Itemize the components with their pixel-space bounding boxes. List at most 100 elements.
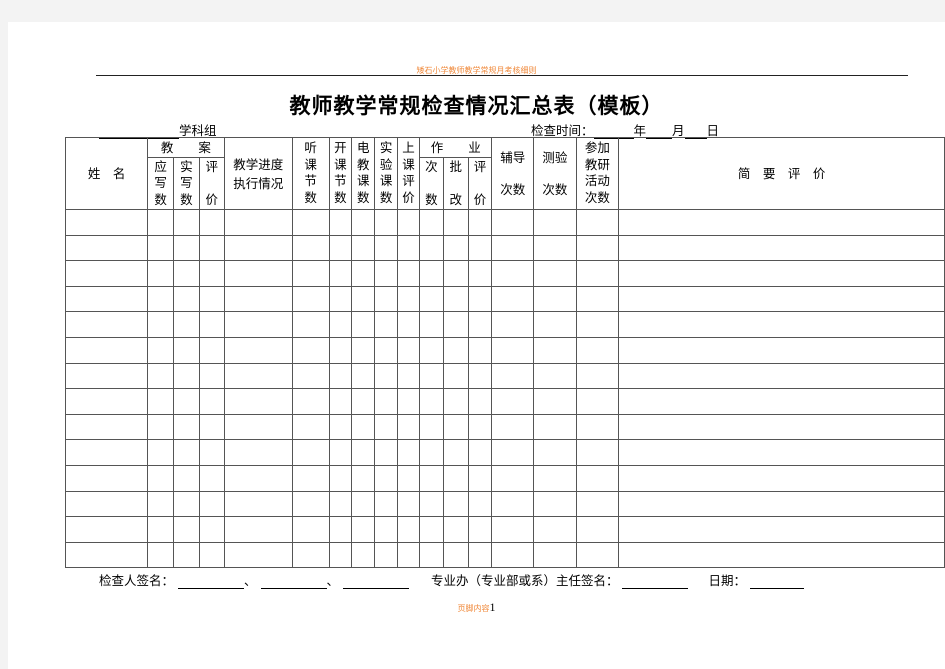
table-cell[interactable] (64, 260, 149, 287)
table-cell[interactable] (147, 388, 174, 415)
table-cell[interactable] (397, 209, 420, 236)
table-cell[interactable] (442, 516, 469, 543)
table-cell[interactable] (467, 490, 493, 518)
table-cell[interactable] (533, 285, 577, 313)
table-cell[interactable] (328, 362, 353, 390)
table-cell[interactable] (575, 234, 620, 262)
table-cell[interactable] (467, 413, 493, 441)
table-cell[interactable] (374, 209, 399, 236)
table-cell[interactable] (328, 516, 353, 543)
table-cell[interactable] (397, 311, 420, 338)
table-cell[interactable] (418, 388, 444, 415)
table-cell[interactable] (147, 439, 174, 466)
table-cell[interactable] (173, 516, 200, 543)
table-cell[interactable] (575, 388, 620, 415)
table-cell[interactable] (618, 490, 945, 518)
table-cell[interactable] (618, 285, 945, 313)
table-cell[interactable] (418, 336, 444, 364)
table-cell[interactable] (328, 413, 353, 441)
table-cell[interactable] (173, 234, 200, 262)
table-cell[interactable] (374, 336, 399, 364)
table-cell[interactable] (147, 285, 174, 313)
table-cell[interactable] (328, 311, 353, 338)
table-cell[interactable] (198, 311, 225, 338)
table-cell[interactable] (397, 464, 420, 492)
table-cell[interactable] (291, 311, 330, 338)
table-cell[interactable] (198, 490, 225, 518)
table-cell[interactable] (223, 311, 293, 338)
table-cell[interactable] (533, 439, 577, 466)
table-cell[interactable] (418, 362, 444, 390)
table-cell[interactable] (147, 541, 174, 569)
table-cell[interactable] (575, 362, 620, 390)
table-cell[interactable] (442, 464, 469, 492)
table-cell[interactable] (467, 464, 493, 492)
table-cell[interactable] (491, 311, 535, 338)
table-cell[interactable] (575, 541, 620, 569)
table-cell[interactable] (147, 516, 174, 543)
table-cell[interactable] (223, 439, 293, 466)
table-cell[interactable] (397, 362, 420, 390)
table-cell[interactable] (198, 464, 225, 492)
table-cell[interactable] (64, 285, 149, 313)
table-cell[interactable] (223, 516, 293, 543)
table-cell[interactable] (618, 362, 945, 390)
table-cell[interactable] (442, 541, 469, 569)
table-cell[interactable] (418, 439, 444, 466)
table-cell[interactable] (442, 388, 469, 415)
table-cell[interactable] (147, 464, 174, 492)
table-cell[interactable] (491, 209, 535, 236)
table-cell[interactable] (397, 336, 420, 364)
table-cell[interactable] (533, 464, 577, 492)
table-cell[interactable] (467, 516, 493, 543)
table-cell[interactable] (351, 464, 376, 492)
table-cell[interactable] (397, 234, 420, 262)
table-cell[interactable] (618, 260, 945, 287)
table-cell[interactable] (374, 260, 399, 287)
table-cell[interactable] (374, 234, 399, 262)
table-cell[interactable] (575, 209, 620, 236)
table-cell[interactable] (147, 336, 174, 364)
table-cell[interactable] (491, 362, 535, 390)
table-cell[interactable] (418, 464, 444, 492)
table-cell[interactable] (291, 285, 330, 313)
table-cell[interactable] (374, 490, 399, 518)
table-cell[interactable] (198, 439, 225, 466)
table-cell[interactable] (173, 413, 200, 441)
table-cell[interactable] (351, 439, 376, 466)
table-cell[interactable] (491, 388, 535, 415)
table-cell[interactable] (64, 464, 149, 492)
table-cell[interactable] (173, 260, 200, 287)
table-cell[interactable] (198, 516, 225, 543)
table-cell[interactable] (491, 234, 535, 262)
table-cell[interactable] (198, 413, 225, 441)
table-cell[interactable] (328, 388, 353, 415)
table-cell[interactable] (442, 362, 469, 390)
table-cell[interactable] (223, 362, 293, 390)
table-cell[interactable] (147, 209, 174, 236)
table-cell[interactable] (291, 388, 330, 415)
table-cell[interactable] (575, 285, 620, 313)
table-cell[interactable] (64, 234, 149, 262)
table-cell[interactable] (618, 413, 945, 441)
table-cell[interactable] (374, 311, 399, 338)
table-cell[interactable] (397, 516, 420, 543)
table-cell[interactable] (442, 285, 469, 313)
table-cell[interactable] (374, 285, 399, 313)
table-cell[interactable] (374, 413, 399, 441)
table-cell[interactable] (442, 490, 469, 518)
table-cell[interactable] (328, 490, 353, 518)
table-cell[interactable] (418, 541, 444, 569)
table-cell[interactable] (64, 362, 149, 390)
table-cell[interactable] (291, 260, 330, 287)
table-cell[interactable] (491, 439, 535, 466)
table-cell[interactable] (491, 413, 535, 441)
date-blank[interactable] (749, 575, 804, 589)
table-cell[interactable] (351, 336, 376, 364)
table-cell[interactable] (291, 464, 330, 492)
table-cell[interactable] (223, 490, 293, 518)
table-cell[interactable] (198, 388, 225, 415)
table-cell[interactable] (397, 285, 420, 313)
table-cell[interactable] (442, 260, 469, 287)
table-cell[interactable] (618, 311, 945, 338)
